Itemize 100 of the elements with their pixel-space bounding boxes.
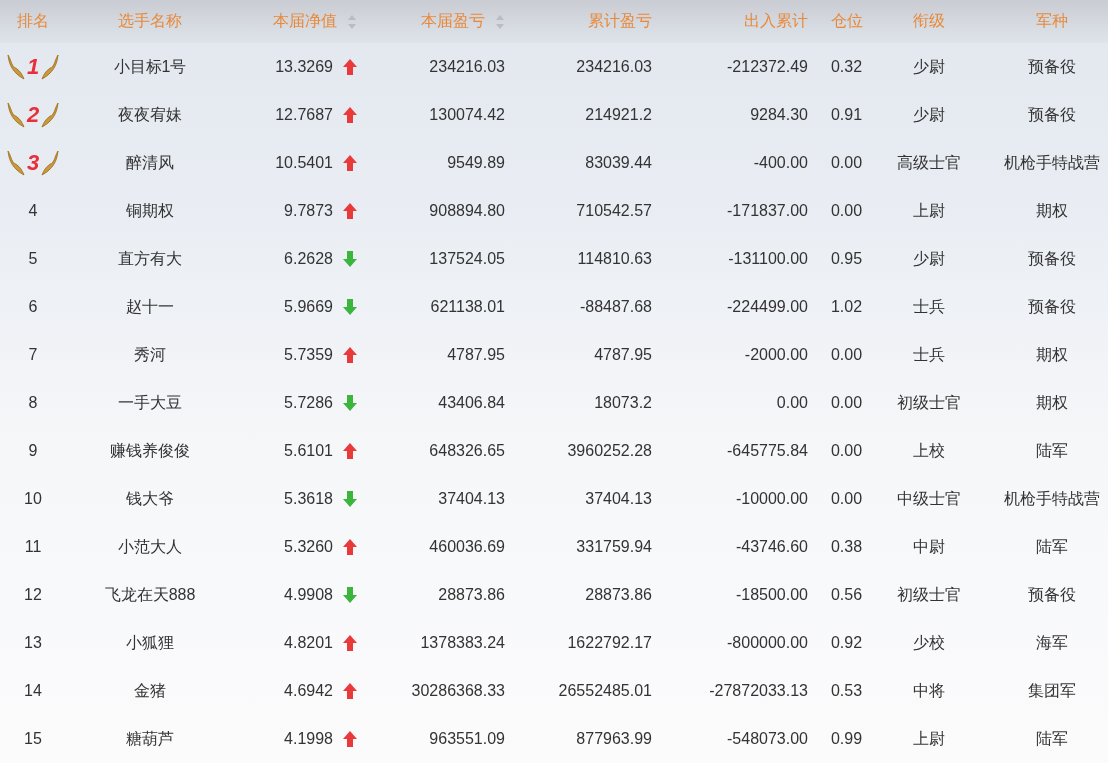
- player-name: 金猪: [134, 680, 166, 701]
- net-value: 5.3260: [284, 538, 333, 556]
- flow-value: -43746.60: [735, 538, 808, 556]
- player-name: 小目标1号: [113, 56, 187, 77]
- rank-number: 8: [28, 394, 38, 412]
- flow-value: 0.00: [776, 394, 808, 412]
- player-name: 赚钱养俊俊: [110, 440, 190, 461]
- column-header: 排名: [17, 11, 49, 31]
- player-name: 铜期权: [126, 200, 174, 221]
- branch-text: 集团军: [1028, 680, 1076, 701]
- grade-text: 少校: [913, 632, 945, 653]
- flow-value: -10000.00: [735, 490, 808, 508]
- net-value: 5.7286: [284, 394, 333, 412]
- profit-value: 130074.42: [429, 106, 505, 124]
- grade-text: 上尉: [913, 200, 945, 221]
- rank-number: 7: [28, 346, 38, 364]
- net-value: 12.7687: [275, 106, 333, 124]
- position-value: 0.00: [830, 490, 863, 508]
- total-profit-value: 710542.57: [576, 202, 652, 220]
- branch-text: 海军: [1036, 632, 1068, 653]
- branch-text: 预备役: [1028, 248, 1076, 269]
- branch-text: 预备役: [1028, 296, 1076, 317]
- profit-value: 37404.13: [438, 490, 505, 508]
- net-value: 5.3618: [284, 490, 333, 508]
- position-value: 0.00: [830, 202, 863, 220]
- player-name: 醉清风: [126, 152, 174, 173]
- column-header: 出入累计: [744, 11, 808, 31]
- column-header: 累计盈亏: [588, 11, 652, 31]
- profit-value: 648326.65: [429, 442, 505, 460]
- player-name: 糖葫芦: [126, 728, 174, 749]
- column-header: 衔级: [913, 11, 945, 31]
- column-header: 仓位: [830, 11, 863, 31]
- grade-text: 初级士官: [897, 392, 961, 413]
- player-name: 秀河: [134, 344, 166, 365]
- grade-text: 少尉: [913, 56, 945, 77]
- branch-text: 机枪手特战营: [1004, 488, 1100, 509]
- rank-number: 5: [28, 250, 38, 268]
- flow-value: -18500.00: [735, 586, 808, 604]
- wing-icon: [6, 102, 25, 128]
- grade-text: 少尉: [913, 248, 945, 269]
- grade-text: 士兵: [913, 344, 945, 365]
- branch-text: 机枪手特战营: [1004, 152, 1100, 173]
- player-name: 直方有大: [118, 248, 182, 269]
- grade-text: 中将: [913, 680, 945, 701]
- net-value: 5.6101: [284, 442, 333, 460]
- position-value: 0.92: [830, 634, 863, 652]
- total-profit-value: 3960252.28: [567, 442, 652, 460]
- flow-value: -212372.49: [727, 58, 808, 76]
- net-value: 5.9669: [284, 298, 333, 316]
- grade-text: 上尉: [913, 728, 945, 749]
- sort-icon[interactable]: [347, 13, 357, 30]
- flow-value: -27872033.13: [709, 682, 808, 700]
- position-value: 0.95: [830, 250, 863, 268]
- position-value: 0.56: [830, 586, 863, 604]
- flow-value: -2000.00: [744, 346, 808, 364]
- branch-text: 预备役: [1028, 56, 1076, 77]
- rank-number: 12: [24, 586, 42, 604]
- net-value: 5.7359: [284, 346, 333, 364]
- flow-value: -224499.00: [727, 298, 808, 316]
- net-value: 13.3269: [275, 58, 333, 76]
- sort-icon[interactable]: [495, 13, 505, 30]
- column-header: 军种: [1036, 11, 1068, 31]
- grade-text: 士兵: [913, 296, 945, 317]
- total-profit-value: -88487.68: [579, 298, 652, 316]
- rank-number: 3: [26, 150, 40, 176]
- column-header[interactable]: 本届净值: [273, 11, 337, 32]
- flow-value: -645775.84: [727, 442, 808, 460]
- wing-icon: [41, 150, 60, 176]
- wing-icon: [41, 54, 60, 80]
- position-value: 0.32: [830, 58, 863, 76]
- wing-icon: [6, 150, 25, 176]
- total-profit-value: 28873.86: [585, 586, 652, 604]
- total-profit-value: 83039.44: [585, 154, 652, 172]
- position-value: 0.99: [830, 730, 863, 748]
- net-value: 4.9908: [284, 586, 333, 604]
- branch-text: 陆军: [1036, 440, 1068, 461]
- flow-value: -800000.00: [727, 634, 808, 652]
- wing-icon: [6, 54, 25, 80]
- total-profit-value: 214921.2: [585, 106, 652, 124]
- flow-value: -131100.00: [728, 250, 808, 268]
- total-profit-value: 877963.99: [576, 730, 652, 748]
- player-name: 钱大爷: [126, 488, 174, 509]
- total-profit-value: 234216.03: [576, 58, 652, 76]
- player-name: 赵十一: [126, 296, 174, 317]
- position-value: 0.00: [830, 442, 863, 460]
- position-value: 0.91: [830, 106, 863, 124]
- position-value: 0.38: [830, 538, 863, 556]
- position-value: 0.53: [830, 682, 863, 700]
- column-header[interactable]: 本届盈亏: [421, 11, 485, 32]
- position-value: 1.02: [830, 298, 863, 316]
- rank-number: 4: [28, 202, 38, 220]
- profit-value: 9549.89: [447, 154, 505, 172]
- rank-number: 9: [28, 442, 38, 460]
- branch-text: 预备役: [1028, 104, 1076, 125]
- total-profit-value: 114810.63: [577, 250, 652, 268]
- position-value: 0.00: [830, 394, 863, 412]
- player-name: 一手大豆: [118, 392, 182, 413]
- profit-value: 1378383.24: [420, 634, 505, 652]
- player-name: 小范大人: [118, 536, 182, 557]
- flow-value: -171837.00: [727, 202, 808, 220]
